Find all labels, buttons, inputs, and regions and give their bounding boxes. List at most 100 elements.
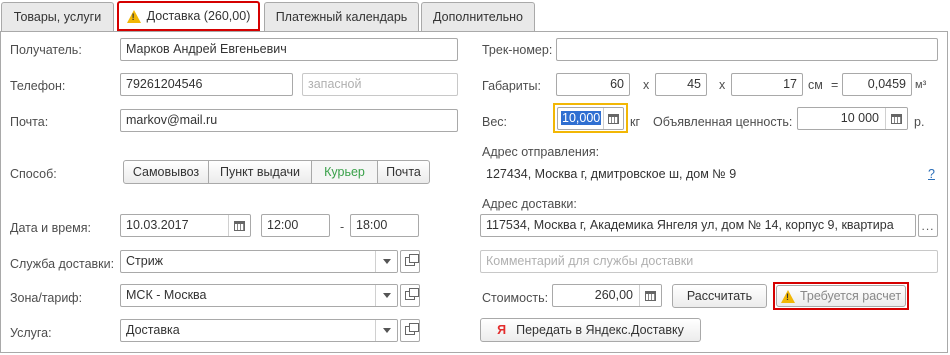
currency-unit: р. <box>914 115 925 129</box>
method-post-button[interactable]: Почта <box>377 160 430 184</box>
method-pickup-point-button[interactable]: Пункт выдачи <box>208 160 312 184</box>
weight-unit: кг <box>630 115 641 129</box>
comment-input[interactable]: Комментарий для службы доставки <box>480 250 938 273</box>
calculator-icon <box>891 113 902 124</box>
date-value: 10.03.2017 <box>126 218 189 232</box>
time-dash: - <box>340 220 345 234</box>
service-dropdown-button[interactable] <box>375 251 397 272</box>
needs-calc-label: Требуется расчет <box>799 289 902 303</box>
zone-label: Зона/тариф: <box>10 291 83 305</box>
phone-input[interactable]: 79261204546 <box>120 73 293 96</box>
zone-value: МСК - Москва <box>126 288 207 302</box>
recipient-value: Марков Андрей Евгеньевич <box>126 42 287 56</box>
date-input[interactable]: 10.03.2017 <box>120 214 251 237</box>
chevron-down-icon <box>382 259 391 264</box>
usluga-dropdown-button[interactable] <box>375 320 397 341</box>
calculate-button[interactable]: Рассчитать <box>672 284 767 308</box>
weight-input[interactable]: 10,000 <box>557 107 624 130</box>
zone-dropdown-button[interactable] <box>375 285 397 306</box>
usluga-open-button[interactable] <box>400 319 420 342</box>
needs-calc-button[interactable]: Требуется расчет <box>776 285 906 307</box>
weight-value: 10,000 <box>561 111 602 125</box>
time-from-value: 12:00 <box>267 218 299 232</box>
backup-phone-input[interactable]: запасной <box>302 73 458 96</box>
dims-label: Габариты: <box>482 79 541 93</box>
cost-value: 260,00 <box>594 288 633 302</box>
open-form-icon <box>405 288 419 300</box>
cost-input[interactable]: 260,00 <box>552 284 662 307</box>
method-pickup-point-label: Пункт выдачи <box>219 165 301 179</box>
backup-phone-placeholder: запасной <box>308 77 362 91</box>
email-input[interactable]: markov@mail.ru <box>120 109 458 132</box>
to-label: Адрес доставки: <box>482 197 577 211</box>
tab-payment-calendar-label: Платежный календарь <box>275 10 408 24</box>
open-form-icon <box>405 323 419 335</box>
service-select[interactable]: Стриж <box>120 250 398 273</box>
volume-unit: м³ <box>915 79 927 91</box>
cost-calculator-button[interactable] <box>639 285 661 306</box>
height-value: 17 <box>783 77 797 91</box>
time-to-value: 18:00 <box>356 218 388 232</box>
length-value: 60 <box>610 77 624 91</box>
times-sign-1: x <box>643 78 650 92</box>
tab-additional[interactable]: Дополнительно <box>421 2 535 31</box>
datetime-label: Дата и время: <box>10 221 91 235</box>
zone-open-button[interactable] <box>400 284 420 307</box>
width-value: 45 <box>687 77 701 91</box>
zone-select[interactable]: МСК - Москва <box>120 284 398 307</box>
usluga-value: Доставка <box>126 323 180 337</box>
recipient-label: Получатель: <box>10 43 82 57</box>
equals-sign: = <box>831 78 839 92</box>
more-icon: ... <box>921 218 935 233</box>
calculator-icon <box>608 113 619 124</box>
open-form-icon <box>405 254 419 266</box>
times-sign-2: x <box>719 78 726 92</box>
calculator-icon <box>645 290 656 301</box>
calendar-icon <box>234 220 245 231</box>
volume-input[interactable]: 0,0459 <box>842 73 912 96</box>
chevron-down-icon <box>382 293 391 298</box>
weight-calculator-button[interactable] <box>603 108 623 129</box>
to-address-select-button[interactable]: ... <box>918 214 938 237</box>
tab-delivery-label: Доставка (260,00) <box>146 9 251 23</box>
time-from-input[interactable]: 12:00 <box>261 214 330 237</box>
method-courier-button[interactable]: Курьер <box>311 160 378 184</box>
yandex-delivery-label: Передать в Яндекс.Доставку <box>516 323 684 337</box>
service-open-button[interactable] <box>400 250 420 273</box>
tab-goods[interactable]: Товары, услуги <box>1 2 114 31</box>
service-value: Стриж <box>126 254 164 268</box>
phone-value: 79261204546 <box>126 77 203 91</box>
time-to-input[interactable]: 18:00 <box>350 214 419 237</box>
to-address-input[interactable]: 117534, Москва г, Академика Янгеля ул, д… <box>480 214 916 237</box>
method-pickup-label: Самовывоз <box>132 165 200 179</box>
usluga-select[interactable]: Доставка <box>120 319 398 342</box>
yandex-delivery-button[interactable]: Я Передать в Яндекс.Доставку <box>480 318 701 342</box>
volume-value: 0,0459 <box>867 77 906 91</box>
calendar-button[interactable] <box>228 215 250 236</box>
calculate-button-label: Рассчитать <box>686 289 753 303</box>
declared-label: Объявленная ценность: <box>653 115 793 129</box>
recipient-input[interactable]: Марков Андрей Евгеньевич <box>120 38 458 61</box>
cost-label: Стоимость: <box>482 291 549 305</box>
tab-payment-calendar[interactable]: Платежный календарь <box>264 2 419 31</box>
email-label: Почта: <box>10 115 49 129</box>
width-input[interactable]: 45 <box>655 73 707 96</box>
warning-icon <box>780 289 795 303</box>
email-value: markov@mail.ru <box>126 113 218 127</box>
declared-value: 10 000 <box>840 111 879 125</box>
tab-additional-label: Дополнительно <box>433 10 523 24</box>
yandex-logo-icon: Я <box>497 323 507 337</box>
length-input[interactable]: 60 <box>556 73 630 96</box>
declared-calculator-button[interactable] <box>885 108 907 129</box>
track-input[interactable] <box>556 38 938 61</box>
help-link[interactable]: ? <box>928 166 935 182</box>
tab-delivery[interactable]: Доставка (260,00) <box>117 1 260 31</box>
weight-label: Вес: <box>482 115 508 129</box>
phone-label: Телефон: <box>10 79 66 93</box>
method-post-label: Почта <box>386 165 421 179</box>
method-pickup-button[interactable]: Самовывоз <box>123 160 209 184</box>
from-address: 127434, Москва г, дмитровское ш, дом № 9 <box>486 167 737 181</box>
declared-input[interactable]: 10 000 <box>797 107 908 130</box>
height-input[interactable]: 17 <box>731 73 803 96</box>
warning-icon <box>126 9 141 23</box>
